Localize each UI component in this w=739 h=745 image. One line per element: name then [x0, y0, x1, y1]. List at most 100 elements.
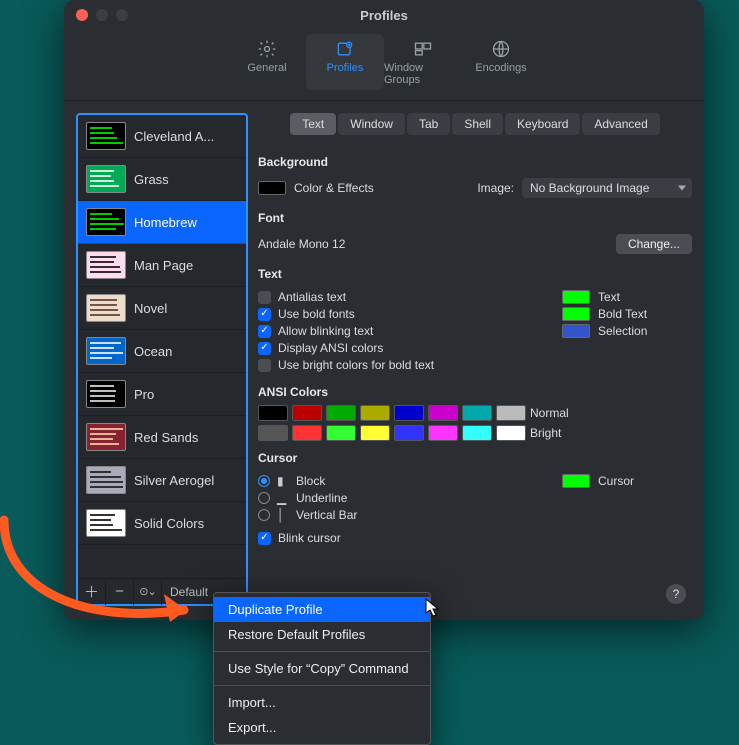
background-image-select[interactable]: No Background Image [522, 178, 692, 198]
cursor-shape-radio-vertical-bar[interactable] [258, 509, 270, 521]
settings-panel: TextWindowTabShellKeyboardAdvanced Backg… [258, 113, 692, 606]
ansi-color-swatch[interactable] [462, 425, 492, 441]
ansi-row-label: Normal [530, 406, 692, 420]
profile-item-silver-aerogel[interactable]: Silver Aerogel [78, 459, 246, 502]
blink-cursor-checkbox[interactable]: ✓ [258, 532, 271, 545]
toolbar-encodings[interactable]: Encodings [462, 34, 540, 90]
profile-item-solid-colors[interactable]: Solid Colors [78, 502, 246, 545]
ansi-color-swatch[interactable] [428, 425, 458, 441]
checkbox-display-ansi-colors[interactable]: ✓ [258, 342, 271, 355]
ansi-color-swatch[interactable] [360, 425, 390, 441]
profile-thumbnail [86, 380, 126, 408]
menu-item-export-[interactable]: Export... [214, 715, 430, 740]
tab-window[interactable]: Window [338, 113, 405, 135]
close-window-button[interactable] [76, 9, 88, 21]
checkbox-use-bold-fonts[interactable]: ✓ [258, 308, 271, 321]
checkbox-label: Use bright colors for bold text [278, 358, 434, 372]
swatch-label: Cursor [598, 474, 634, 488]
profile-item-man-page[interactable]: Man Page [78, 244, 246, 287]
profile-item-ocean[interactable]: Ocean [78, 330, 246, 373]
ansi-color-swatch[interactable] [258, 425, 288, 441]
tab-text[interactable]: Text [290, 113, 336, 135]
profile-thumbnail [86, 509, 126, 537]
background-color-swatch[interactable] [258, 181, 286, 195]
color-swatch-text[interactable] [562, 290, 590, 304]
ansi-color-swatch[interactable] [292, 405, 322, 421]
tab-keyboard[interactable]: Keyboard [505, 113, 580, 135]
profile-name: Novel [134, 301, 167, 316]
tab-tab[interactable]: Tab [407, 113, 450, 135]
ansi-row-label: Bright [530, 426, 692, 440]
toolbar-general[interactable]: General [228, 34, 306, 90]
profile-item-novel[interactable]: Novel [78, 287, 246, 330]
ansi-color-swatch[interactable] [394, 405, 424, 421]
profile-thumbnail [86, 165, 126, 193]
section-font: Font [258, 211, 692, 225]
cursor-shape-glyph: ▮ [277, 474, 289, 488]
cursor-shape-glyph: │ [277, 508, 289, 522]
titlebar: Profiles [64, 0, 704, 30]
ansi-color-swatch[interactable] [360, 405, 390, 421]
profile-thumbnail [86, 466, 126, 494]
menu-item-import-[interactable]: Import... [214, 690, 430, 715]
ansi-color-swatch[interactable] [394, 425, 424, 441]
globe-icon [490, 38, 512, 60]
profile-thumbnail [86, 122, 126, 150]
settings-tabs: TextWindowTabShellKeyboardAdvanced [258, 113, 692, 135]
ansi-color-swatch[interactable] [496, 425, 526, 441]
ansi-color-swatch[interactable] [292, 425, 322, 441]
mouse-cursor-icon [425, 598, 441, 618]
ansi-color-swatch[interactable] [496, 405, 526, 421]
cursor-shape-radio-block[interactable] [258, 475, 270, 487]
profile-name: Cleveland A... [134, 129, 214, 144]
ansi-color-swatch[interactable] [326, 425, 356, 441]
remove-profile-button[interactable]: − [106, 579, 134, 605]
menu-separator [214, 651, 430, 652]
window-title: Profiles [360, 8, 408, 23]
font-value: Andale Mono 12 [258, 237, 345, 251]
menu-item-restore-default-profiles[interactable]: Restore Default Profiles [214, 622, 430, 647]
profile-item-cleveland-a-[interactable]: Cleveland A... [78, 115, 246, 158]
cursor-color-swatch[interactable] [562, 474, 590, 488]
section-text: Text [258, 267, 692, 281]
profile-actions-button[interactable]: ⊙⌄ [134, 579, 162, 605]
color-swatch-bold-text[interactable] [562, 307, 590, 321]
profile-item-pro[interactable]: Pro [78, 373, 246, 416]
checkbox-antialias-text[interactable] [258, 291, 271, 304]
profile-name: Solid Colors [134, 516, 204, 531]
profile-item-grass[interactable]: Grass [78, 158, 246, 201]
profile-name: Red Sands [134, 430, 198, 445]
add-profile-button[interactable]: ＋ [78, 579, 106, 605]
profile-name: Silver Aerogel [134, 473, 214, 488]
profile-thumbnail [86, 294, 126, 322]
change-font-button[interactable]: Change... [616, 234, 692, 254]
checkbox-allow-blinking-text[interactable]: ✓ [258, 325, 271, 338]
help-button[interactable]: ? [666, 584, 686, 604]
tab-advanced[interactable]: Advanced [582, 113, 659, 135]
toolbar-label: Window Groups [384, 62, 462, 86]
ansi-color-swatch[interactable] [326, 405, 356, 421]
minimize-window-button[interactable] [96, 9, 108, 21]
zoom-window-button[interactable] [116, 9, 128, 21]
tab-shell[interactable]: Shell [452, 113, 503, 135]
profile-item-red-sands[interactable]: Red Sands [78, 416, 246, 459]
ansi-color-swatch[interactable] [428, 405, 458, 421]
section-ansi: ANSI Colors [258, 385, 692, 399]
profiles-sidebar: Cleveland A... Grass Homebrew Man Page Novel… [76, 113, 248, 606]
toolbar-profiles[interactable]: Profiles [306, 34, 384, 90]
profile-name: Man Page [134, 258, 193, 273]
profile-list[interactable]: Cleveland A... Grass Homebrew Man Page Novel… [78, 115, 246, 578]
menu-item-use-style-for-copy-command[interactable]: Use Style for “Copy” Command [214, 656, 430, 681]
background-color-label: Color & Effects [294, 181, 374, 195]
checkbox-use-bright-colors-for-bold-text[interactable] [258, 359, 271, 372]
gear-icon [256, 38, 278, 60]
toolbar-window-groups[interactable]: Window Groups [384, 34, 462, 90]
ansi-color-swatch[interactable] [258, 405, 288, 421]
menu-item-duplicate-profile[interactable]: Duplicate Profile [214, 597, 430, 622]
color-swatch-selection[interactable] [562, 324, 590, 338]
profile-item-homebrew[interactable]: Homebrew [78, 201, 246, 244]
cursor-shape-radio-underline[interactable] [258, 492, 270, 504]
profile-name: Grass [134, 172, 169, 187]
ansi-color-swatch[interactable] [462, 405, 492, 421]
profile-name: Pro [134, 387, 154, 402]
